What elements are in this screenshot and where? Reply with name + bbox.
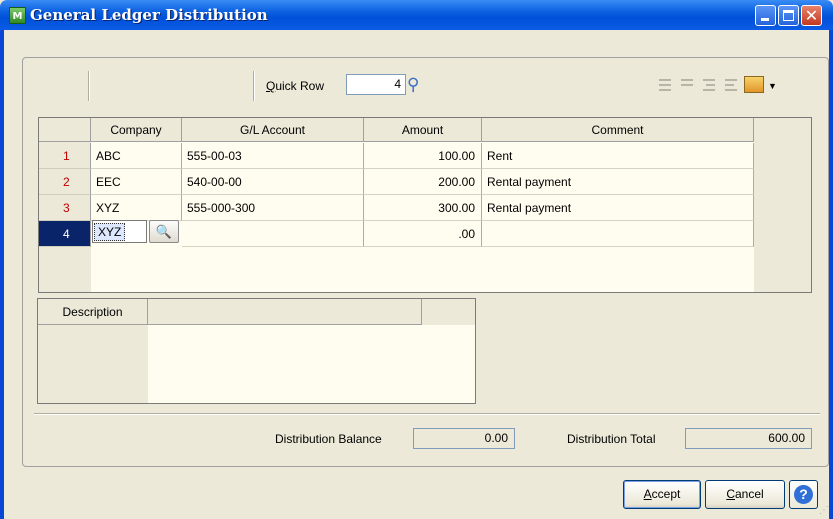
- resize-grip-icon[interactable]: ⋰: [819, 505, 829, 516]
- cell-amount[interactable]: .00: [364, 221, 482, 247]
- company-edit-field[interactable]: XYZ: [92, 220, 147, 243]
- divider: [34, 413, 820, 415]
- distribution-total-label: Distribution Total: [567, 432, 656, 446]
- close-icon: ✕: [804, 6, 819, 25]
- cell-gl-account[interactable]: 555-000-300: [182, 195, 364, 221]
- row-tools-toolbar: ▼: [656, 75, 816, 95]
- toolbar-separator: [88, 71, 90, 101]
- accept-accelerator: A: [643, 487, 652, 501]
- accept-label: ccept: [651, 487, 681, 501]
- quick-row-label: Quick Row: [266, 79, 325, 93]
- cell-amount[interactable]: 100.00: [364, 143, 482, 169]
- distribution-total-value: 600.00: [685, 428, 812, 449]
- distribution-balance-label: Distribution Balance: [275, 432, 382, 446]
- customize-grid-icon[interactable]: [744, 76, 764, 93]
- outdent-icon[interactable]: [722, 78, 738, 92]
- company-edit-value[interactable]: XYZ: [94, 223, 126, 241]
- column-header-gl-account[interactable]: G/L Account: [182, 118, 364, 142]
- insert-row-icon[interactable]: [656, 78, 672, 92]
- company-lookup-button[interactable]: 🔍: [149, 220, 179, 243]
- column-header-comment[interactable]: Comment: [482, 118, 754, 142]
- cancel-button[interactable]: Cancel: [705, 480, 785, 509]
- description-header: Description: [38, 299, 148, 325]
- column-header-company[interactable]: Company: [91, 118, 182, 142]
- indent-icon[interactable]: [700, 78, 716, 92]
- row-number[interactable]: 2: [39, 169, 91, 195]
- cell-amount[interactable]: 200.00: [364, 169, 482, 195]
- column-header-amount[interactable]: Amount: [364, 118, 482, 142]
- cell-comment[interactable]: Rent: [482, 143, 754, 169]
- cell-company[interactable]: ABC: [91, 143, 182, 169]
- title-bar: M General Ledger Distribution ✕: [0, 0, 833, 30]
- distribution-balance-value: 0.00: [413, 428, 515, 449]
- distribution-grid: Company G/L Account Amount Comment 1 ABC…: [38, 117, 812, 293]
- maximize-icon: [783, 10, 794, 21]
- row-number[interactable]: 1: [39, 143, 91, 169]
- window-title: General Ledger Distribution: [30, 6, 268, 24]
- help-icon: ?: [794, 485, 813, 504]
- accept-button[interactable]: Accept: [623, 480, 701, 509]
- close-button[interactable]: ✕: [801, 5, 822, 26]
- chevron-down-icon[interactable]: ▼: [768, 81, 778, 95]
- cell-comment[interactable]: [482, 221, 754, 247]
- description-text[interactable]: [148, 325, 475, 403]
- window-border-left: [0, 30, 4, 519]
- delete-row-icon[interactable]: [678, 78, 694, 92]
- mas-app-icon[interactable]: M: [9, 7, 26, 24]
- help-button[interactable]: ?: [789, 480, 818, 509]
- cell-gl-account[interactable]: [182, 221, 364, 247]
- row-number[interactable]: 3: [39, 195, 91, 221]
- minimize-icon: [761, 18, 769, 21]
- maximize-button[interactable]: [778, 5, 799, 26]
- cell-company[interactable]: XYZ: [91, 195, 182, 221]
- cancel-label: ancel: [734, 487, 764, 501]
- cell-gl-account[interactable]: 540-00-00: [182, 169, 364, 195]
- quick-row-input[interactable]: 4: [346, 74, 406, 95]
- description-panel: Description: [37, 298, 476, 404]
- magnifier-icon: 🔍: [155, 224, 173, 239]
- cell-company[interactable]: EEC: [91, 169, 182, 195]
- cell-comment[interactable]: Rental payment: [482, 195, 754, 221]
- minimize-button[interactable]: [755, 5, 776, 26]
- toolbar-separator: [253, 71, 255, 101]
- grid-corner: [39, 118, 91, 142]
- binoculars-lookup-icon[interactable]: ⚲: [407, 75, 419, 95]
- cell-amount[interactable]: 300.00: [364, 195, 482, 221]
- description-header-value: [148, 299, 422, 325]
- window-border-right: [829, 30, 833, 519]
- cell-comment[interactable]: Rental payment: [482, 169, 754, 195]
- row-number-active[interactable]: 4: [39, 221, 91, 247]
- cancel-accelerator: C: [726, 487, 735, 501]
- cell-gl-account[interactable]: 555-00-03: [182, 143, 364, 169]
